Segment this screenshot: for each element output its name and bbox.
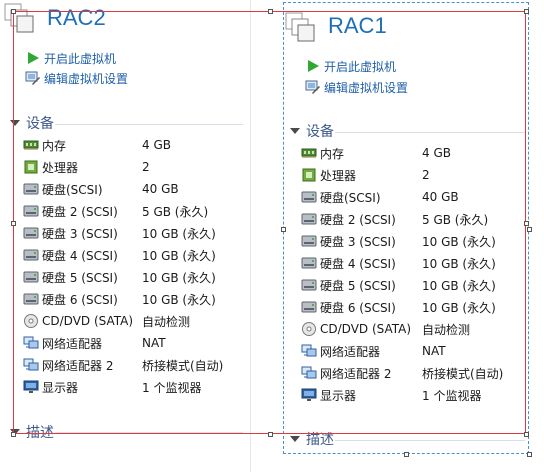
resize-handle[interactable] xyxy=(404,452,409,457)
resize-handle[interactable] xyxy=(527,227,532,232)
resize-handle[interactable] xyxy=(524,220,529,226)
resize-handle[interactable] xyxy=(267,432,273,437)
resize-handle[interactable] xyxy=(281,227,286,232)
resize-handle[interactable] xyxy=(11,9,16,14)
resize-handle[interactable] xyxy=(11,220,16,226)
resize-handle[interactable] xyxy=(11,432,16,437)
resize-handle[interactable] xyxy=(267,9,273,14)
resize-handle[interactable] xyxy=(524,432,529,437)
selection-frame-red xyxy=(13,11,526,434)
resize-handle[interactable] xyxy=(527,452,532,457)
resize-handle[interactable] xyxy=(524,9,529,14)
